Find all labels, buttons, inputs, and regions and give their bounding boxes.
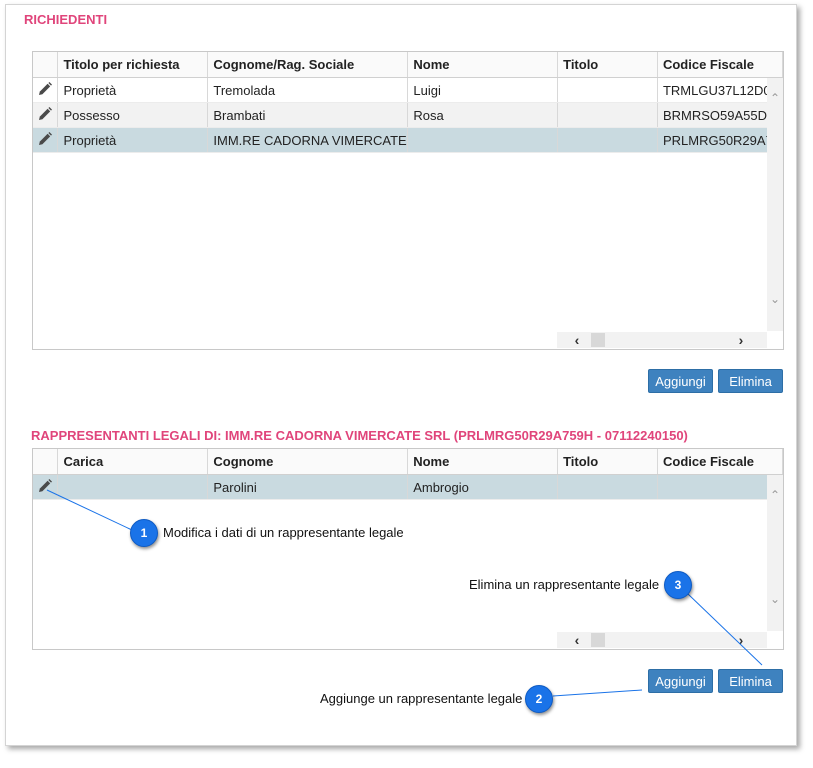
column-header-titolo[interactable]: Titolo: [557, 449, 658, 475]
cell-nome: Ambrogio: [407, 474, 559, 500]
richiedenti-table: Titolo per richiesta Cognome/Rag. Social…: [33, 52, 783, 153]
scroll-thumb[interactable]: [591, 633, 605, 647]
cell-titolo: [557, 102, 658, 128]
pencil-icon[interactable]: [37, 81, 53, 100]
cell-titolo: [557, 127, 658, 153]
header-row: Titolo per richiesta Cognome/Rag. Social…: [33, 52, 783, 78]
scroll-up-icon[interactable]: ⌃: [767, 90, 783, 106]
richiedenti-title: RICHIEDENTI: [24, 12, 108, 27]
rappresentanti-grid: Carica Cognome Nome Titolo Codice Fiscal…: [32, 448, 784, 650]
cell-titolo-richiesta: Proprietà: [57, 77, 209, 103]
cell-cognome: IMM.RE CADORNA VIMERCATE: [207, 127, 409, 153]
scroll-thumb[interactable]: [591, 333, 605, 347]
scroll-left-icon[interactable]: ‹: [569, 632, 585, 648]
horizontal-scrollbar[interactable]: ‹ ›: [557, 632, 767, 648]
vertical-scrollbar[interactable]: ⌃ ⌄: [767, 475, 783, 631]
cell-codice-fiscale: PRLMRG50R29A7: [657, 127, 783, 153]
column-header-titolo[interactable]: Titolo: [557, 52, 658, 78]
pencil-icon[interactable]: [37, 106, 53, 125]
table-row-selected[interactable]: Parolini Ambrogio: [33, 474, 783, 500]
table-row-selected[interactable]: Proprietà IMM.RE CADORNA VIMERCATE PRLMR…: [33, 127, 783, 153]
cell-nome: [407, 127, 559, 153]
edit-cell[interactable]: [33, 127, 59, 153]
cell-titolo-richiesta: Proprietà: [57, 127, 209, 153]
cell-titolo: [557, 474, 658, 500]
column-header-cognome[interactable]: Cognome: [207, 449, 409, 475]
header-row: Carica Cognome Nome Titolo Codice Fiscal…: [33, 449, 783, 475]
pencil-icon[interactable]: [37, 478, 53, 497]
cell-cognome: Brambati: [207, 102, 409, 128]
column-header-nome[interactable]: Nome: [407, 449, 559, 475]
scroll-up-icon[interactable]: ⌃: [767, 487, 783, 503]
callout-badge-2: 2: [525, 685, 553, 713]
callout-text-2: Aggiunge un rappresentante legale: [320, 691, 523, 706]
cell-carica: [57, 474, 209, 500]
rappresentanti-delete-button[interactable]: Elimina: [718, 669, 783, 693]
scroll-right-icon[interactable]: ›: [733, 332, 749, 348]
column-header-titolo-richiesta[interactable]: Titolo per richiesta: [57, 52, 209, 78]
column-header-codice-fiscale[interactable]: Codice Fiscale: [657, 449, 783, 475]
pencil-icon[interactable]: [37, 131, 53, 150]
cell-cognome: Parolini: [207, 474, 409, 500]
table-row[interactable]: Proprietà Tremolada Luigi TRMLGU37L12D0: [33, 77, 783, 103]
horizontal-scrollbar[interactable]: ‹ ›: [557, 332, 767, 348]
cell-nome: Luigi: [407, 77, 559, 103]
column-header-codice-fiscale[interactable]: Codice Fiscale: [657, 52, 783, 78]
scroll-right-icon[interactable]: ›: [733, 632, 749, 648]
column-header-nome[interactable]: Nome: [407, 52, 559, 78]
vertical-scrollbar[interactable]: ⌃ ⌄: [767, 78, 783, 331]
cell-nome: Rosa: [407, 102, 559, 128]
cell-codice-fiscale: [657, 474, 783, 500]
richiedenti-grid: Titolo per richiesta Cognome/Rag. Social…: [32, 51, 784, 350]
rappresentanti-table: Carica Cognome Nome Titolo Codice Fiscal…: [33, 449, 783, 500]
scroll-left-icon[interactable]: ‹: [569, 332, 585, 348]
callout-text-1: Modifica i dati di un rappresentante leg…: [163, 525, 404, 540]
edit-cell[interactable]: [33, 474, 59, 500]
column-header-carica[interactable]: Carica: [57, 449, 209, 475]
cell-titolo: [557, 77, 658, 103]
cell-titolo-richiesta: Possesso: [57, 102, 209, 128]
edit-cell[interactable]: [33, 102, 59, 128]
rappresentanti-title: RAPPRESENTANTI LEGALI DI: IMM.RE CADORNA…: [31, 428, 688, 443]
cell-cognome: Tremolada: [207, 77, 409, 103]
scroll-down-icon[interactable]: ⌄: [767, 591, 783, 607]
callout-text-3: Elimina un rappresentante legale: [469, 577, 660, 592]
scroll-down-icon[interactable]: ⌄: [767, 291, 783, 307]
rappresentanti-add-button[interactable]: Aggiungi: [648, 669, 713, 693]
cell-codice-fiscale: TRMLGU37L12D0: [657, 77, 783, 103]
richiedenti-delete-button[interactable]: Elimina: [718, 369, 783, 393]
column-header-edit: [33, 52, 59, 78]
callout-badge-3: 3: [664, 571, 692, 599]
richiedenti-add-button[interactable]: Aggiungi: [648, 369, 713, 393]
callout-badge-1: 1: [130, 519, 158, 547]
edit-cell[interactable]: [33, 77, 59, 103]
column-header-cognome[interactable]: Cognome/Rag. Sociale: [207, 52, 409, 78]
table-row[interactable]: Possesso Brambati Rosa BRMRSO59A55D0: [33, 102, 783, 128]
column-header-edit: [33, 449, 59, 475]
cell-codice-fiscale: BRMRSO59A55D0: [657, 102, 783, 128]
